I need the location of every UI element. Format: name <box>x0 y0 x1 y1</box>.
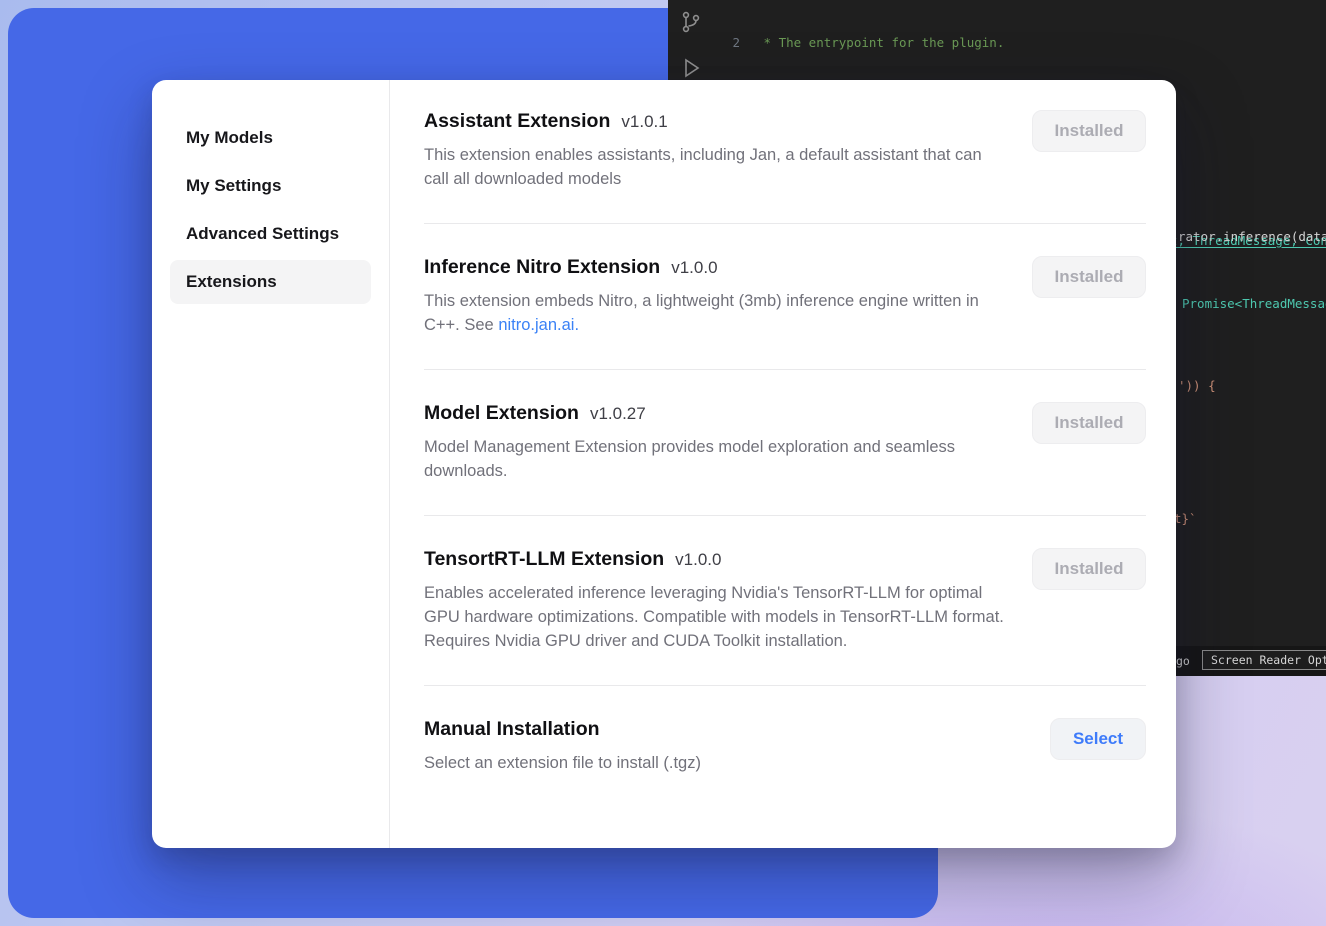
extensions-content: Assistant Extension v1.0.1 This extension… <box>390 80 1176 848</box>
extension-info: Model Extension v1.0.27 Model Management … <box>424 402 1004 483</box>
sidebar-item-advanced-settings[interactable]: Advanced Settings <box>170 212 371 256</box>
extension-title-row: Manual Installation <box>424 718 701 741</box>
nitro-link[interactable]: nitro.jan.ai. <box>498 316 579 334</box>
line-number: 2 <box>714 35 740 52</box>
extension-description: This extension embeds Nitro, a lightweig… <box>424 289 1004 337</box>
manual-installation-section: Manual Installation Select an extension … <box>424 686 1146 807</box>
extension-version: v1.0.1 <box>621 112 667 131</box>
extension-info: Manual Installation Select an extension … <box>424 718 701 775</box>
screen-reader-chip[interactable]: Screen Reader Optimize <box>1202 650 1326 670</box>
extension-section: Model Extension v1.0.27 Model Management … <box>424 370 1146 516</box>
extension-title: TensortRT-LLM Extension <box>424 548 664 570</box>
code-fragment: t}` <box>1174 511 1197 526</box>
manual-installation-description: Select an extension file to install (.tg… <box>424 751 701 775</box>
extension-version: v1.0.27 <box>590 404 646 423</box>
extension-info: Assistant Extension v1.0.1 This extension… <box>424 110 1004 191</box>
extension-title-row: TensortRT-LLM Extension v1.0.0 <box>424 548 1004 571</box>
source-control-icon[interactable] <box>679 10 703 34</box>
extension-section: Assistant Extension v1.0.1 This extension… <box>424 110 1146 224</box>
settings-modal: My Models My Settings Advanced Settings … <box>152 80 1176 848</box>
installed-button[interactable]: Installed <box>1032 110 1146 152</box>
sidebar-item-extensions[interactable]: Extensions <box>170 260 371 304</box>
code-fragment: rator.inference(data)); <box>1178 229 1326 244</box>
extension-title: Assistant Extension <box>424 110 610 132</box>
code-fragment: Promise<ThreadMessage> <box>1182 296 1326 311</box>
run-debug-icon[interactable] <box>679 56 703 80</box>
status-text: go <box>1176 654 1190 668</box>
page-background: { "colors": { "panel_blue": "#4568E7", "… <box>0 0 1326 926</box>
extension-title-row: Model Extension v1.0.27 <box>424 402 1004 425</box>
installed-button[interactable]: Installed <box>1032 256 1146 298</box>
extension-description: Model Management Extension provides mode… <box>424 435 1004 483</box>
installed-button[interactable]: Installed <box>1032 548 1146 590</box>
extension-section: Inference Nitro Extension v1.0.0 This ext… <box>424 224 1146 370</box>
extension-description: This extension enables assistants, inclu… <box>424 143 1004 191</box>
extension-description: Enables accelerated inference leveraging… <box>424 581 1004 653</box>
sidebar-item-my-settings[interactable]: My Settings <box>170 164 371 208</box>
extension-title-row: Inference Nitro Extension v1.0.0 <box>424 256 1004 279</box>
code-text: * The entrypoint for the plugin. <box>756 35 1004 52</box>
extension-info: Inference Nitro Extension v1.0.0 This ext… <box>424 256 1004 337</box>
extension-title: Model Extension <box>424 402 579 424</box>
extension-info: TensortRT-LLM Extension v1.0.0 Enables ac… <box>424 548 1004 653</box>
extension-version: v1.0.0 <box>675 550 721 569</box>
extension-version: v1.0.0 <box>671 258 717 277</box>
code-fragment: ')) { <box>1178 378 1216 393</box>
sidebar-item-my-models[interactable]: My Models <box>170 116 371 160</box>
extension-title-row: Assistant Extension v1.0.1 <box>424 110 1004 133</box>
select-button[interactable]: Select <box>1050 718 1146 760</box>
extension-title: Inference Nitro Extension <box>424 256 660 278</box>
extension-section: TensortRT-LLM Extension v1.0.0 Enables ac… <box>424 516 1146 686</box>
manual-installation-title: Manual Installation <box>424 718 600 740</box>
code-line: 2 * The entrypoint for the plugin. <box>714 35 1326 52</box>
settings-sidebar: My Models My Settings Advanced Settings … <box>152 80 390 848</box>
installed-button[interactable]: Installed <box>1032 402 1146 444</box>
